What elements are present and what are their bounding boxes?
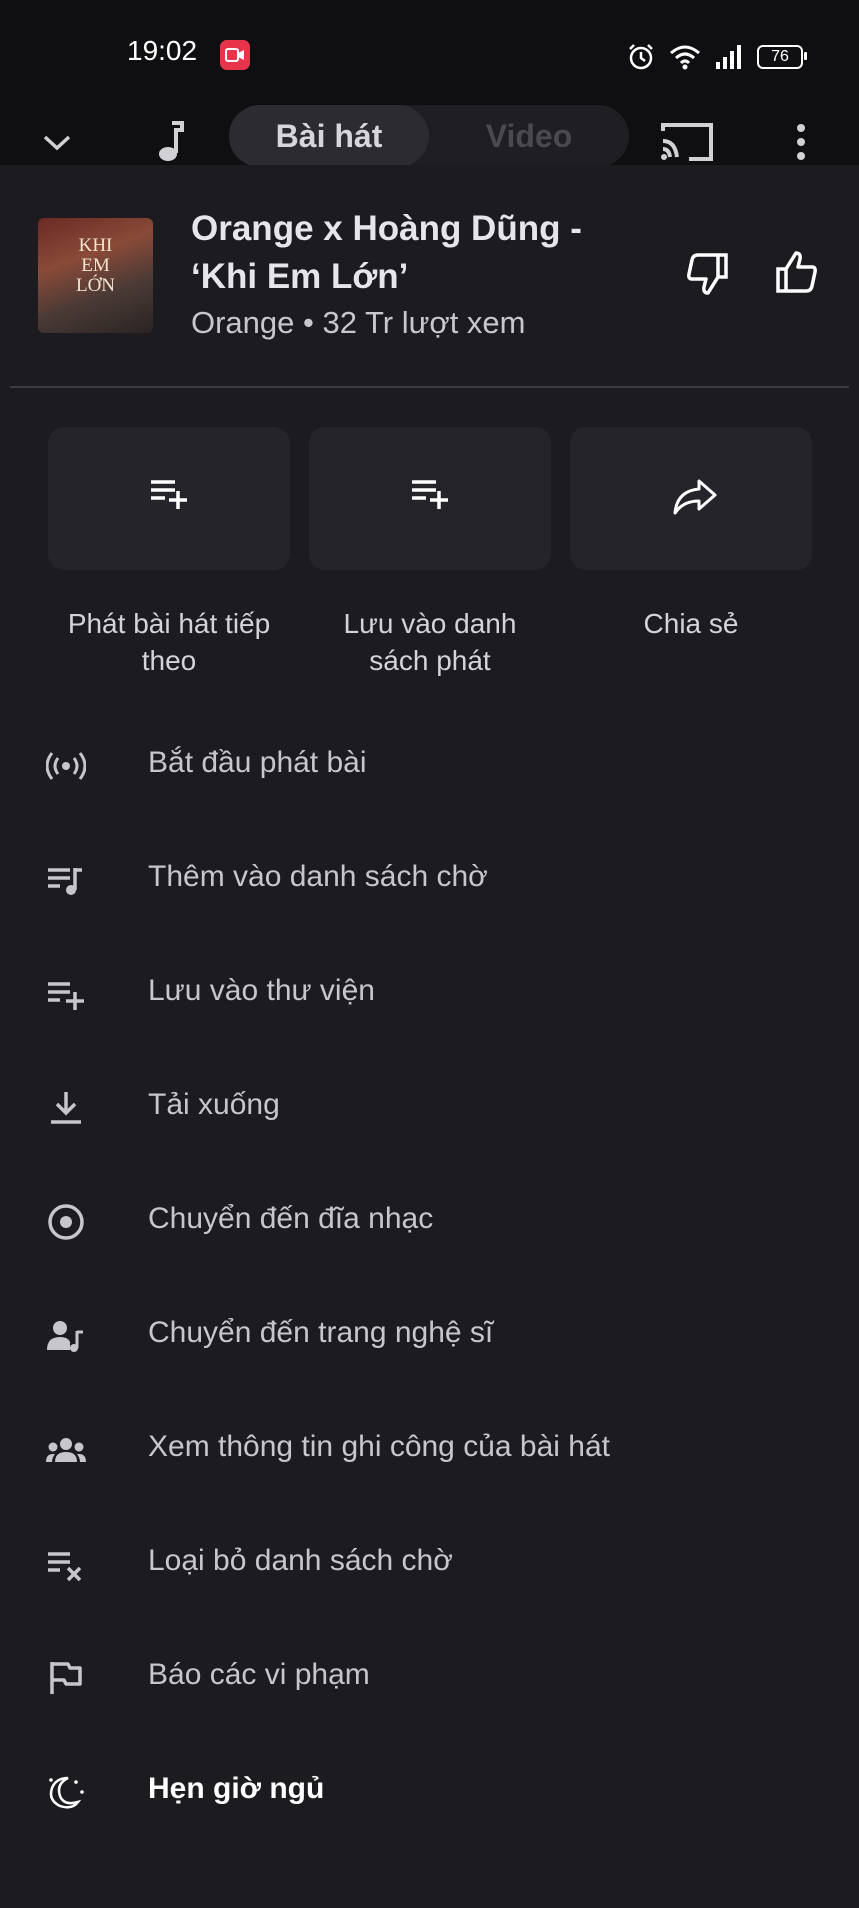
music-note-icon[interactable] [156, 121, 186, 163]
tab-song[interactable]: Bài hát [229, 105, 429, 167]
menu-label: Chuyển đến trang nghệ sĩ [148, 1316, 494, 1349]
save-to-playlist-button[interactable] [309, 427, 551, 570]
song-options-sheet: KHI EM LỚN Orange x Hoàng Dũng - ‘Khi Em… [0, 165, 859, 1908]
play-next-label: Phát bài hát tiếp theo [67, 608, 271, 676]
chevron-down-icon[interactable] [42, 133, 72, 153]
share-label: Chia sẻ [643, 608, 739, 639]
song-header: KHI EM LỚN Orange x Hoàng Dũng - ‘Khi Em… [0, 165, 859, 385]
like-icon[interactable] [774, 249, 820, 295]
menu-item-sleep-timer[interactable]: Hẹn giờ ngủ [0, 1747, 859, 1837]
library-add-icon [48, 982, 84, 1010]
menu-label: Báo các vi phạm [148, 1658, 370, 1691]
status-icons: 76 [627, 40, 807, 74]
signal-icon [716, 45, 741, 69]
status-bar: 19:02 76 [0, 0, 859, 105]
player-top-bar: Bài hát Video [0, 105, 859, 167]
sleep-timer-icon [49, 1776, 84, 1809]
alarm-icon [629, 44, 653, 70]
album-art: KHI EM LỚN [38, 218, 153, 333]
menu-item-report[interactable]: Báo các vi phạm [0, 1633, 859, 1723]
tab-video[interactable]: Video [429, 105, 629, 167]
screen-record-icon [220, 40, 250, 70]
menu-label: Hẹn giờ ngủ [148, 1772, 325, 1805]
artist-icon [47, 1321, 83, 1352]
download-icon [51, 1092, 81, 1124]
status-time: 19:02 [127, 35, 198, 66]
song-video-toggle: Bài hát Video [229, 105, 629, 167]
menu-label: Thêm vào danh sách chờ [148, 860, 488, 893]
menu-item-download[interactable]: Tải xuống [0, 1063, 859, 1153]
share-button[interactable] [570, 427, 812, 570]
menu-item-start-radio[interactable]: Bắt đầu phát bài [0, 721, 859, 811]
playlist-add-icon [412, 480, 448, 509]
menu-item-save-to-library[interactable]: Lưu vào thư viện [0, 949, 859, 1039]
queue-music-icon [48, 868, 82, 895]
wifi-icon [670, 45, 700, 70]
divider [10, 386, 849, 388]
queue-remove-icon [48, 1552, 82, 1582]
menu-item-go-to-album[interactable]: Chuyển đến đĩa nhạc [0, 1177, 859, 1267]
radio-icon [46, 752, 86, 780]
menu-label: Lưu vào thư viện [148, 974, 375, 1007]
menu-label: Chuyển đến đĩa nhạc [148, 1202, 434, 1235]
menu-label: Loại bỏ danh sách chờ [148, 1544, 453, 1577]
menu-item-view-credits[interactable]: Xem thông tin ghi công của bài hát [0, 1405, 859, 1495]
menu-item-go-to-artist[interactable]: Chuyển đến trang nghệ sĩ [0, 1291, 859, 1381]
album-icon [48, 1204, 84, 1240]
save-to-playlist-label: Lưu vào danh sách phát [343, 608, 517, 676]
song-subtitle: Orange • 32 Tr lượt xem [191, 305, 526, 340]
playlist-add-icon [151, 480, 187, 509]
menu-item-add-to-queue[interactable]: Thêm vào danh sách chờ [0, 835, 859, 925]
battery-level: 76 [771, 48, 789, 65]
album-art-lettering: KHI EM LỚN [75, 235, 116, 296]
dislike-icon[interactable] [684, 251, 730, 297]
play-next-button[interactable] [48, 427, 290, 570]
menu-item-remove-from-queue[interactable]: Loại bỏ danh sách chờ [0, 1519, 859, 1609]
menu-label: Tải xuống [148, 1088, 280, 1121]
cast-icon[interactable] [659, 119, 715, 163]
flag-icon [50, 1662, 82, 1694]
song-title: Orange x Hoàng Dũng - ‘Khi Em Lớn’ [191, 209, 582, 296]
share-icon [673, 479, 717, 515]
menu-label: Bắt đầu phát bài [148, 746, 367, 779]
menu-label: Xem thông tin ghi công của bài hát [148, 1430, 610, 1463]
more-options-icon[interactable] [793, 123, 809, 163]
battery-icon: 76 [757, 45, 807, 69]
credits-icon [46, 1438, 86, 1462]
